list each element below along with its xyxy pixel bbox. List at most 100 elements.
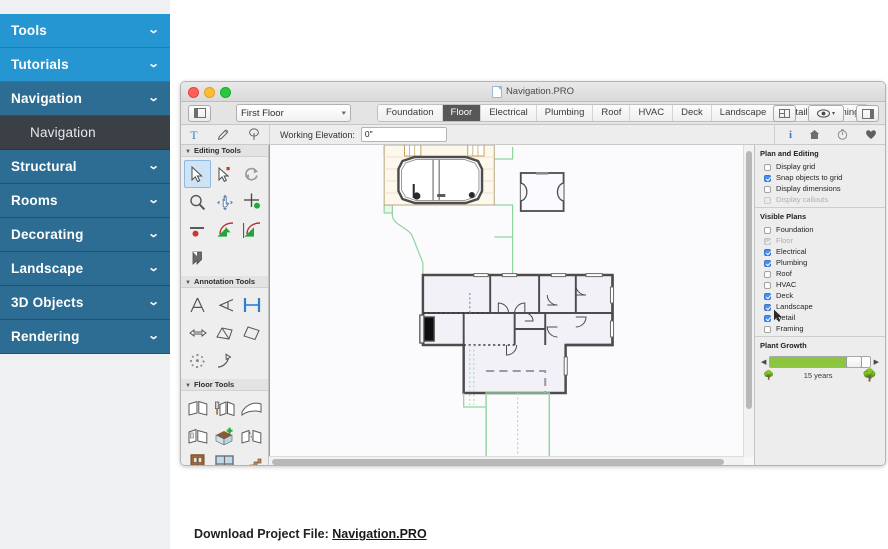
paint-wall-tool[interactable] (211, 394, 238, 422)
plan-canvas-area[interactable] (269, 144, 782, 465)
tab-electrical[interactable]: Electrical (481, 105, 537, 121)
sidebar-item-landscape[interactable]: Landscape ⌄ (0, 252, 170, 286)
tab-roof[interactable]: Roof (593, 105, 631, 121)
zoom-magnifier-tool[interactable] (184, 188, 211, 216)
checkbox-plan-electrical[interactable] (764, 248, 771, 256)
sidebar-item-navigation[interactable]: Navigation ⌄ (0, 82, 170, 116)
checkbox-snap-objects-to-grid[interactable] (764, 174, 771, 182)
plan-framing[interactable]: Framing (755, 324, 885, 334)
clock-icon[interactable] (837, 129, 848, 140)
plan-deck[interactable]: Deck (755, 291, 885, 301)
curved-wall-tool[interactable] (238, 394, 265, 422)
select-point-tool[interactable] (211, 160, 238, 188)
stairs-icon (249, 458, 262, 465)
checkbox-plan-plumbing[interactable] (764, 259, 771, 267)
room-divider-tool[interactable] (184, 422, 211, 450)
chamfer-corner-tool[interactable] (238, 216, 265, 244)
add-point-tool[interactable] (238, 188, 265, 216)
canvas-horizontal-scrollbar[interactable] (269, 456, 744, 465)
door-tool[interactable] (184, 450, 211, 465)
camera-view-tool[interactable] (184, 244, 211, 272)
floor-selector[interactable]: First Floor ▾ (236, 104, 351, 122)
tab-deck[interactable]: Deck (673, 105, 712, 121)
checkbox-plan-hvac[interactable] (764, 281, 771, 289)
eyedropper-tool-icon[interactable] (216, 128, 229, 141)
rectangle-tool[interactable] (238, 319, 265, 347)
canvas-vertical-scrollbar[interactable] (743, 145, 754, 457)
spray-pattern-tool[interactable] (184, 347, 211, 375)
palette-section-annotation-tools[interactable]: ▼ Annotation Tools (181, 276, 268, 288)
build-house-tool[interactable] (211, 422, 238, 450)
checkbox-plan-deck[interactable] (764, 292, 771, 300)
sidebar-item-structural[interactable]: Structural ⌄ (0, 150, 170, 184)
tab-landscape[interactable]: Landscape (711, 105, 776, 121)
plan-hvac[interactable]: HVAC (755, 280, 885, 290)
slider-knob[interactable] (845, 357, 862, 367)
tab-plumbing[interactable]: Plumbing (536, 105, 594, 121)
checkbox-plan-framing[interactable] (764, 325, 771, 333)
split-view-icon[interactable] (773, 105, 796, 122)
show-left-sidebar-icon[interactable] (188, 104, 211, 122)
tab-foundation[interactable]: Foundation (378, 105, 443, 121)
vertical-scroll-thumb[interactable] (746, 151, 752, 409)
fillet-corner-tool[interactable] (211, 216, 238, 244)
dimension-tool[interactable] (238, 291, 265, 319)
break-wall-tool[interactable] (238, 422, 265, 450)
heart-icon[interactable] (865, 129, 877, 140)
inspector-panel: Plan and Editing Display grid Snap objec… (754, 145, 885, 465)
download-project-file-link[interactable]: Navigation.PRO (332, 527, 426, 541)
option-snap-objects-to-grid[interactable]: Snap objects to grid (755, 173, 885, 183)
tab-floor[interactable]: Floor (442, 105, 482, 121)
text-annotation-tool[interactable] (184, 291, 211, 319)
slider-track[interactable] (769, 356, 871, 368)
plan-roof[interactable]: Roof (755, 269, 885, 279)
slider-left-arrow-icon[interactable]: ◀ (761, 358, 766, 366)
delete-point-tool[interactable] (184, 216, 211, 244)
show-right-sidebar-icon[interactable] (856, 105, 879, 122)
palette-section-floor-tools[interactable]: ▼ Floor Tools (181, 379, 268, 391)
sidebar-item-3d-objects[interactable]: 3D Objects ⌄ (0, 286, 170, 320)
sidebar-subitem-navigation[interactable]: Navigation (0, 116, 170, 150)
polyline-tool[interactable] (211, 319, 238, 347)
option-display-dimensions[interactable]: Display dimensions (755, 184, 885, 194)
refresh-rotate-tool[interactable] (238, 160, 265, 188)
text-tool-icon[interactable]: T (190, 129, 197, 141)
slider-right-arrow-icon[interactable]: ▶ (874, 358, 879, 366)
floor-plan-drawing (270, 144, 744, 460)
sidebar-item-tutorials[interactable]: Tutorials ⌄ (0, 48, 170, 82)
tab-hvac[interactable]: HVAC (630, 105, 674, 121)
plan-electrical[interactable]: Electrical (755, 247, 885, 257)
arrow-tool[interactable] (184, 319, 211, 347)
palette-section-editing-tools[interactable]: ▼ Editing Tools (181, 145, 268, 157)
select-arrow-tool[interactable] (184, 160, 211, 188)
checkbox-display-grid[interactable] (764, 163, 771, 171)
sidebar-item-decorating[interactable]: Decorating ⌄ (0, 218, 170, 252)
sidebar-item-rendering[interactable]: Rendering ⌄ (0, 320, 170, 354)
option-label: Display dimensions (776, 184, 841, 193)
plant-growth-slider[interactable]: ◀ ▶ (761, 356, 879, 368)
callout-tool[interactable] (211, 291, 238, 319)
window-title-group: Navigation.PRO (181, 82, 885, 101)
working-elevation-input[interactable]: 0" (360, 127, 447, 142)
checkbox-plan-roof[interactable] (764, 270, 771, 278)
sidebar-item-rooms[interactable]: Rooms ⌄ (0, 184, 170, 218)
pan-move-tool[interactable] (211, 188, 238, 216)
window-tool[interactable] (211, 450, 238, 465)
info-icon[interactable]: i (789, 129, 792, 141)
horizontal-scroll-thumb[interactable] (272, 459, 724, 465)
pointer-marker-tool[interactable] (211, 347, 238, 375)
house-icon[interactable] (809, 129, 820, 140)
eye-visibility-button[interactable]: ▾ (808, 105, 844, 122)
plan-foundation[interactable]: Foundation (755, 225, 885, 235)
stairs-tool[interactable] (238, 450, 265, 465)
checkbox-plan-foundation[interactable] (764, 226, 771, 234)
checkbox-display-dimensions[interactable] (764, 185, 771, 193)
option-display-grid[interactable]: Display grid (755, 162, 885, 172)
floor-plan-canvas[interactable] (269, 144, 782, 460)
sidebar-item-tools[interactable]: Tools ⌄ (0, 14, 170, 48)
checkbox-plan-detail[interactable] (764, 314, 771, 322)
plan-plumbing[interactable]: Plumbing (755, 258, 885, 268)
checkbox-plan-landscape[interactable] (764, 303, 771, 311)
straight-wall-tool[interactable] (184, 394, 211, 422)
plant-tool-icon[interactable] (248, 128, 260, 141)
